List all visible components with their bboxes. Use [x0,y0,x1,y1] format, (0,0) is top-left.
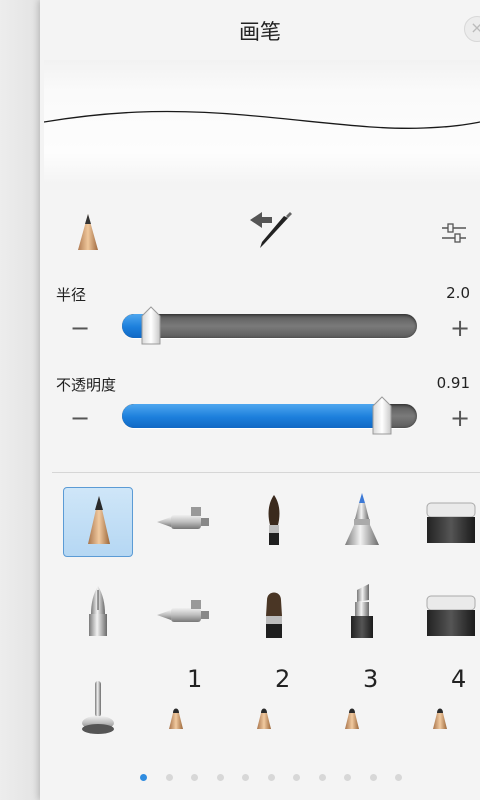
brush-custom-brush-button[interactable]: 3 [327,665,397,743]
opacity-minus-button[interactable]: − [68,404,92,432]
pencil-icon [88,496,110,544]
opacity-slider-fill [122,404,389,428]
stamp-tool-icon [82,681,114,734]
brush-swap-icon[interactable] [246,208,294,256]
radius-value: 2.0 [446,284,470,302]
custom-brush-number: 1 [187,665,203,693]
brush-flat-brush-button[interactable] [239,580,309,650]
brush-chisel-marker-button[interactable] [327,580,397,650]
page-dot[interactable] [216,774,224,781]
brush-ink-pen-button[interactable] [63,580,133,650]
page-dot[interactable] [318,774,326,781]
page-dot[interactable] [242,774,249,781]
airbrush-2-icon [157,600,209,622]
marker-icon [345,493,379,545]
page-dot[interactable] [165,774,173,781]
radius-slider-thumb[interactable] [141,306,161,346]
brush-stamp-tool-button[interactable] [63,673,133,743]
custom-brush-number: 2 [275,665,291,693]
paintbrush-icon [268,495,280,545]
brush-marker-button[interactable] [327,487,397,557]
airbrush-icon [157,507,209,529]
brush-airbrush-button[interactable] [151,487,221,557]
stroke-preview-line [44,110,480,129]
opacity-slider-thumb[interactable] [372,396,392,436]
brush-eraser-2-button[interactable] [415,580,480,650]
eraser-icon [426,502,476,543]
page-dot[interactable] [140,774,147,781]
brush-custom-brush-button[interactable]: 2 [239,665,309,743]
brush-eraser-button[interactable] [415,487,480,557]
page-dot[interactable] [267,774,275,781]
custom-brush-number: 3 [363,665,379,693]
brush-toolbar [40,200,480,260]
stroke-preview [44,60,480,184]
eraser-2-icon [426,595,476,636]
sliders-icon[interactable] [440,220,468,250]
page-dot[interactable] [191,774,198,781]
background-edge [0,0,40,800]
panel-title: 画笔 [239,20,281,44]
custom-brush-icon [345,708,359,729]
radius-minus-button[interactable]: − [68,314,92,342]
brush-panel: 画笔 × 半径 2.0 − + 不透明度 0.91 − + 1 2 3 4 [40,0,480,800]
flat-brush-icon [266,592,282,638]
opacity-label: 不透明度 [56,376,117,394]
custom-brush-icon [169,708,183,729]
custom-brush-icon [433,708,447,729]
page-dot[interactable] [369,774,377,781]
brush-paintbrush-button[interactable] [239,487,309,557]
page-dot[interactable] [293,774,300,781]
custom-brush-icon [257,708,271,729]
brush-custom-brush-button[interactable]: 4 [415,665,480,743]
brush-airbrush-2-button[interactable] [151,580,221,650]
radius-label: 半径 [56,286,87,304]
radius-plus-button[interactable]: + [448,314,472,342]
custom-brush-number: 4 [451,665,467,693]
opacity-plus-button[interactable]: + [448,404,472,432]
brush-custom-brush-button[interactable]: 1 [151,665,221,743]
chisel-marker-icon [351,584,373,638]
section-divider [52,472,480,473]
pencil-tip-icon[interactable] [76,212,100,256]
brush-pencil-button[interactable] [63,487,133,557]
radius-slider[interactable] [122,314,417,338]
page-dot[interactable] [395,774,402,781]
page-dot[interactable] [344,774,351,781]
opacity-value: 0.91 [436,374,470,392]
ink-pen-icon [89,586,107,636]
